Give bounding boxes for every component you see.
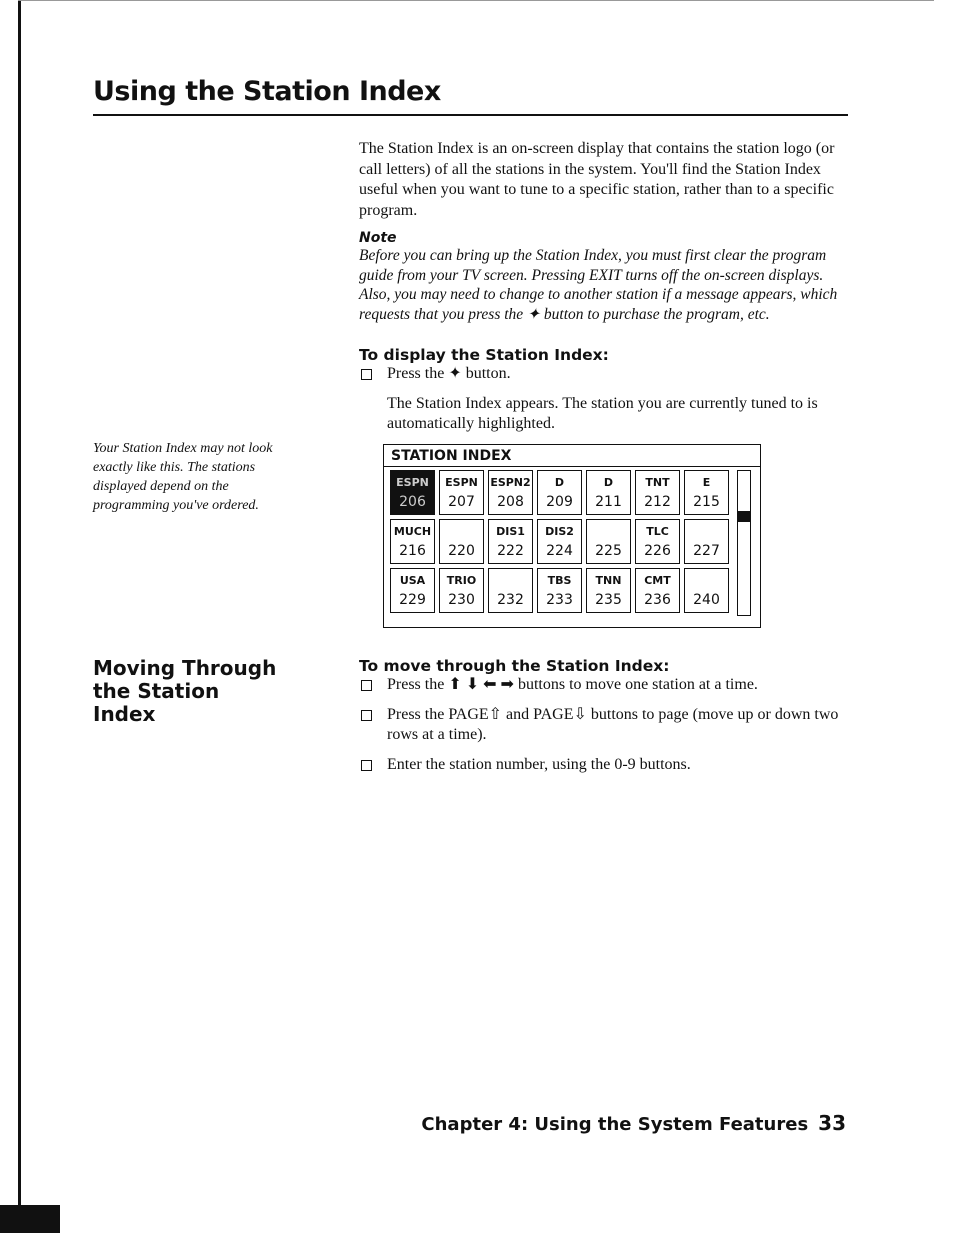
station-tile-216[interactable]: MUCH 216 bbox=[390, 519, 435, 564]
station-number: 225 bbox=[595, 543, 622, 559]
station-logo bbox=[489, 569, 532, 592]
display-step: Press the ✦ button. bbox=[359, 364, 849, 385]
page-number: 33 bbox=[818, 1111, 846, 1135]
station-tile-215[interactable]: E 215 bbox=[684, 470, 729, 515]
station-logo: ESPN bbox=[445, 476, 478, 489]
scan-edge-bottom bbox=[0, 1205, 60, 1233]
step-text: Press the ⬆ ⬇ ⬅ ➡ buttons to move one st… bbox=[387, 676, 758, 693]
station-number: 222 bbox=[497, 543, 524, 559]
station-tile-222[interactable]: DIS1 222 bbox=[488, 519, 533, 564]
station-number: 227 bbox=[693, 543, 720, 559]
station-logo: MUCH bbox=[393, 525, 432, 538]
station-number: 215 bbox=[693, 494, 720, 510]
note-heading: Note bbox=[359, 230, 397, 246]
display-result: The Station Index appears. The station y… bbox=[387, 394, 818, 433]
manual-page: Using the Station Index The Station Inde… bbox=[0, 0, 954, 1233]
station-number: 216 bbox=[399, 543, 426, 559]
station-tile-240[interactable]: 240 bbox=[684, 568, 729, 613]
station-logo: TLC bbox=[646, 525, 669, 538]
station-logo: TBS bbox=[547, 574, 572, 587]
station-number: 226 bbox=[644, 543, 671, 559]
checkbox-bullet-icon bbox=[361, 680, 372, 691]
station-tile-224[interactable]: DIS2 224 bbox=[537, 519, 582, 564]
moving-step: Enter the station number, using the 0-9 … bbox=[359, 755, 849, 776]
checkbox-bullet-icon bbox=[361, 709, 372, 721]
step-text: Press the PAGE⇧ and PAGE⇩ buttons to pag… bbox=[387, 705, 839, 744]
station-logo: D bbox=[603, 476, 614, 489]
station-logo: TNN bbox=[595, 574, 622, 587]
station-tile-211[interactable]: D 211 bbox=[586, 470, 631, 515]
side-heading-moving: Moving Through the Station Index bbox=[93, 656, 277, 726]
station-number: 211 bbox=[595, 494, 622, 510]
scrollbar-thumb[interactable] bbox=[738, 510, 750, 522]
station-tile-209[interactable]: D 209 bbox=[537, 470, 582, 515]
step-text: Enter the station number, using the 0-9 … bbox=[387, 755, 691, 773]
chapter-title: Chapter 4: Using the System Features bbox=[421, 1114, 809, 1135]
station-logo: E bbox=[702, 476, 711, 489]
station-logo: TNT bbox=[645, 476, 670, 489]
station-tile-207[interactable]: ESPN 207 bbox=[439, 470, 484, 515]
station-number: 235 bbox=[595, 592, 622, 608]
station-tile-206[interactable]: ESPN 206 bbox=[390, 470, 435, 515]
station-index-header: STATION INDEX bbox=[384, 445, 760, 467]
moving-step: Press the ⬆ ⬇ ⬅ ➡ buttons to move one st… bbox=[359, 675, 849, 696]
note-block: Note Before you can bring up the Station… bbox=[359, 230, 849, 324]
station-number: 236 bbox=[644, 592, 671, 608]
station-logo: DIS1 bbox=[496, 525, 525, 538]
station-logo: D bbox=[554, 476, 565, 489]
station-number: 207 bbox=[448, 494, 475, 510]
station-tile-208[interactable]: ESPN2 208 bbox=[488, 470, 533, 515]
station-number: 229 bbox=[399, 592, 426, 608]
station-tile-233[interactable]: TBS 233 bbox=[537, 568, 582, 613]
station-tile-225[interactable]: 225 bbox=[586, 519, 631, 564]
moving-heading: To move through the Station Index: bbox=[359, 657, 670, 675]
scan-edge-top bbox=[18, 0, 934, 1]
station-logo bbox=[587, 520, 630, 543]
checkbox-bullet-icon bbox=[361, 369, 372, 380]
station-tile-230[interactable]: TRIO 230 bbox=[439, 568, 484, 613]
station-logo: USA bbox=[399, 574, 426, 587]
station-logo: ESPN2 bbox=[490, 476, 531, 489]
page-footer: Chapter 4: Using the System Features 33 bbox=[421, 1111, 846, 1135]
note-text: Before you can bring up the Station Inde… bbox=[359, 247, 838, 323]
scrollbar[interactable] bbox=[737, 470, 751, 616]
station-logo bbox=[685, 569, 728, 592]
station-logo bbox=[440, 520, 483, 543]
station-tile-235[interactable]: TNN 235 bbox=[586, 568, 631, 613]
moving-step: Press the PAGE⇧ and PAGE⇩ buttons to pag… bbox=[359, 705, 849, 746]
station-number: 232 bbox=[497, 592, 524, 608]
display-heading: To display the Station Index: bbox=[359, 346, 609, 364]
title-rule bbox=[93, 114, 848, 116]
station-tile-226[interactable]: TLC 226 bbox=[635, 519, 680, 564]
station-tile-229[interactable]: USA 229 bbox=[390, 568, 435, 613]
station-index-figure: STATION INDEX ESPN 206 ESPN 207 ESPN2 208 D 209… bbox=[383, 444, 761, 628]
checkbox-bullet-icon bbox=[361, 759, 372, 771]
station-tile-236[interactable]: CMT 236 bbox=[635, 568, 680, 613]
station-logo: ESPN bbox=[396, 476, 429, 489]
station-logo: TRIO bbox=[446, 574, 477, 587]
moving-section: To move through the Station Index: Press… bbox=[359, 657, 849, 775]
station-logo: CMT bbox=[644, 574, 671, 587]
station-tile-212[interactable]: TNT 212 bbox=[635, 470, 680, 515]
station-tile-227[interactable]: 227 bbox=[684, 519, 729, 564]
display-step-text: Press the ✦ button. bbox=[387, 365, 511, 382]
station-number: 209 bbox=[546, 494, 573, 510]
station-tile-232[interactable]: 232 bbox=[488, 568, 533, 613]
station-number: 220 bbox=[448, 543, 475, 559]
page-title: Using the Station Index bbox=[93, 76, 441, 107]
station-logo bbox=[685, 520, 728, 543]
display-section: To display the Station Index: Press the … bbox=[359, 346, 849, 435]
station-number: 208 bbox=[497, 494, 524, 510]
station-tile-220[interactable]: 220 bbox=[439, 519, 484, 564]
station-number: 233 bbox=[546, 592, 573, 608]
scan-edge-left bbox=[18, 0, 21, 1233]
station-logo: DIS2 bbox=[545, 525, 574, 538]
figure-caption: Your Station Index may not look exactly … bbox=[93, 441, 273, 513]
station-number: 240 bbox=[693, 592, 720, 608]
intro-paragraph: The Station Index is an on-screen displa… bbox=[359, 140, 835, 219]
station-number: 212 bbox=[644, 494, 671, 510]
station-number: 224 bbox=[546, 543, 573, 559]
station-number: 230 bbox=[448, 592, 475, 608]
station-number: 206 bbox=[399, 494, 426, 510]
